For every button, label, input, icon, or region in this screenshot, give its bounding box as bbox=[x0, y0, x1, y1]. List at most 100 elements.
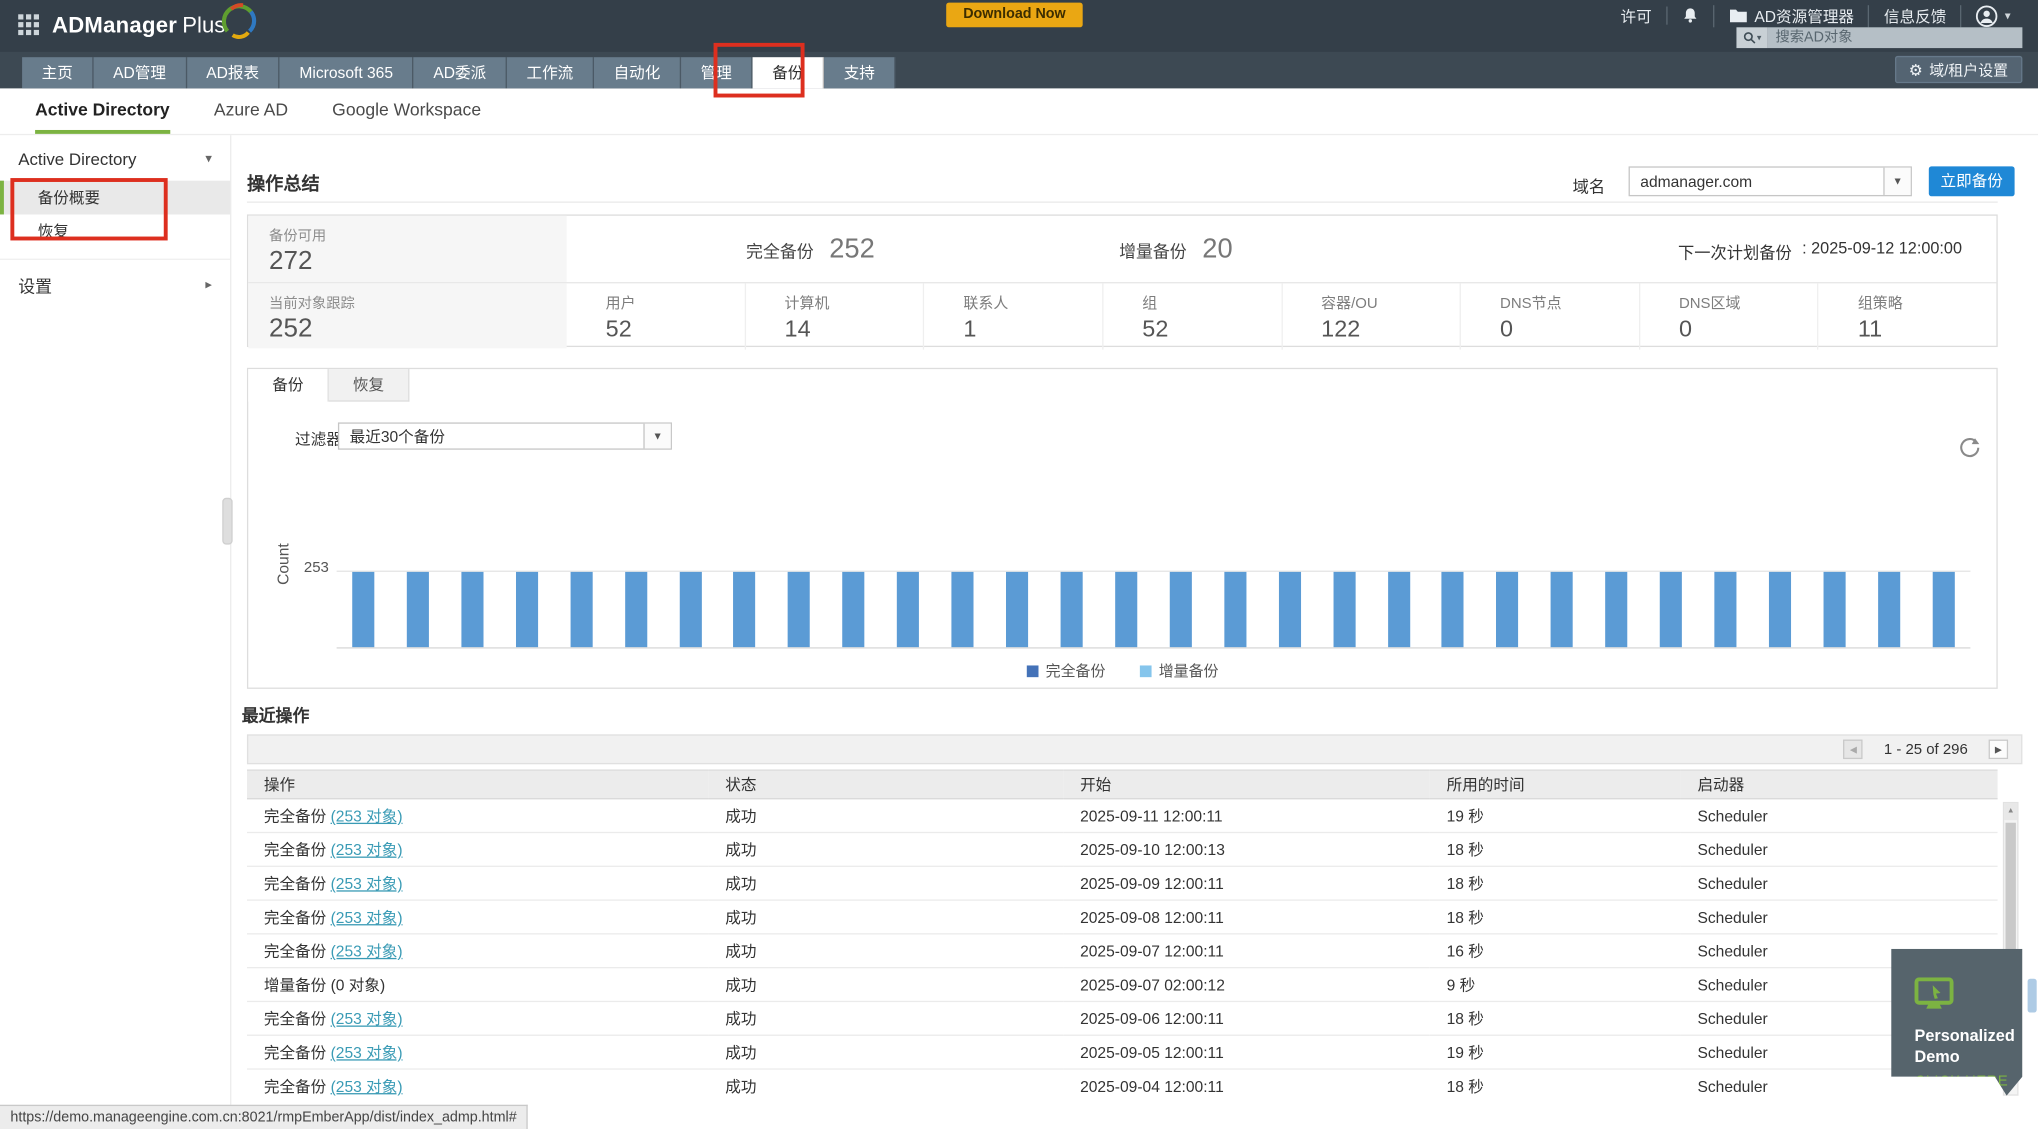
nav-tab-AD报表[interactable]: AD报表 bbox=[186, 57, 280, 89]
sidebar-group-active-directory[interactable]: Active Directory ▾ bbox=[0, 135, 230, 180]
bar-13 bbox=[1006, 571, 1029, 648]
cell-duration: 9 秒 bbox=[1429, 967, 1681, 1003]
objects-link[interactable]: (253 对象) bbox=[331, 807, 403, 825]
nav-tab-主页[interactable]: 主页 bbox=[22, 57, 94, 89]
objects-tracked-stat: 当前对象跟踪 252 bbox=[248, 283, 567, 349]
backup-now-button[interactable]: 立即备份 bbox=[1928, 166, 2015, 197]
nav-tab-支持[interactable]: 支持 bbox=[824, 57, 896, 89]
resource-manager-link[interactable]: AD资源管理器 bbox=[1712, 4, 1869, 27]
domain-tenant-settings-button[interactable]: ⚙ 域/租户设置 bbox=[1894, 55, 2023, 84]
prev-page-button[interactable]: ◀ bbox=[1843, 739, 1864, 760]
bar-6 bbox=[624, 571, 647, 648]
sidebar-item-备份概要[interactable]: 备份概要 bbox=[0, 180, 231, 215]
nav-tab-Microsoft 365[interactable]: Microsoft 365 bbox=[279, 57, 414, 89]
cell-operation: 完全备份 (253 对象) bbox=[246, 933, 709, 969]
bar-26 bbox=[1714, 571, 1737, 648]
domain-select[interactable]: admanager.com ▼ bbox=[1628, 166, 1912, 197]
filter-select[interactable]: 最近30个备份 ▼ bbox=[337, 422, 672, 450]
app-logo: ADManager Plus bbox=[51, 3, 259, 41]
bar-20 bbox=[1387, 571, 1410, 648]
column-header-操作[interactable]: 操作 bbox=[246, 769, 709, 800]
cell-duration: 19 秒 bbox=[1429, 798, 1681, 834]
subnav-tab-Azure AD[interactable]: Azure AD bbox=[214, 88, 288, 135]
logo-primary: ADManager bbox=[51, 12, 178, 38]
object-count-DNS节点: DNS节点 0 bbox=[1459, 283, 1639, 350]
search-input[interactable] bbox=[1767, 27, 2023, 49]
download-now-button[interactable]: Download Now bbox=[946, 2, 1083, 28]
app-header: ADManager Plus Download Now 许可 AD资源管理器 信… bbox=[0, 0, 2038, 52]
nav-tab-工作流[interactable]: 工作流 bbox=[506, 57, 595, 89]
object-count-label: DNS节点 bbox=[1500, 296, 1562, 312]
column-header-所用的时间[interactable]: 所用的时间 bbox=[1429, 769, 1681, 800]
cell-duration: 18 秒 bbox=[1429, 900, 1681, 935]
objects-link[interactable]: (253 对象) bbox=[331, 841, 403, 859]
chart-tab-备份[interactable]: 备份 bbox=[248, 369, 329, 402]
sidebar-item-settings[interactable]: 设置 ▸ bbox=[0, 258, 231, 311]
object-count-DNS区域: DNS区域 0 bbox=[1638, 283, 1818, 350]
feedback-link[interactable]: 信息反馈 bbox=[1868, 4, 1960, 27]
pagination-text: 1 - 25 of 296 bbox=[1883, 741, 1968, 758]
legend-swatch bbox=[1139, 664, 1151, 677]
backups-available-stat: 备份可用 272 bbox=[248, 215, 567, 283]
bar-18 bbox=[1278, 571, 1301, 648]
objects-link[interactable]: (253 对象) bbox=[331, 1077, 403, 1095]
cell-start-time: 2025-09-11 12:00:11 bbox=[1063, 798, 1430, 834]
caret-down-icon: ▾ bbox=[2004, 8, 2011, 22]
objects-link[interactable]: (253 对象) bbox=[331, 1010, 403, 1028]
bar-2 bbox=[406, 571, 429, 648]
scroll-up-icon[interactable]: ▲ bbox=[2004, 803, 2018, 821]
nav-tab-备份[interactable]: 备份 bbox=[752, 57, 825, 89]
objects-link[interactable]: (253 对象) bbox=[331, 909, 403, 927]
operation-type: 完全备份 bbox=[263, 942, 331, 961]
cell-status: 成功 bbox=[708, 933, 1064, 969]
cell-duration: 18 秒 bbox=[1429, 832, 1681, 867]
objects-link[interactable]: (253 对象) bbox=[331, 942, 403, 960]
chart-card: 备份 恢复 过滤器 最近30个备份 ▼ Count 253 完全备份 增量备份 bbox=[246, 367, 1998, 689]
notifications-button[interactable] bbox=[1665, 6, 1713, 25]
subnav-tab-Active Directory[interactable]: Active Directory bbox=[35, 88, 170, 135]
logo-swoosh-icon bbox=[222, 3, 257, 39]
table-row: 完全备份 (253 对象) 成功 2025-09-11 12:00:11 19 秒 Sc… bbox=[246, 798, 1998, 834]
sidebar-item-恢复[interactable]: 恢复 bbox=[0, 214, 230, 248]
cell-initiator: Scheduler bbox=[1680, 866, 1998, 901]
sidebar: Active Directory ▾ 备份概要 恢复 设置 ▸ bbox=[0, 135, 233, 1129]
cell-start-time: 2025-09-05 12:00:11 bbox=[1063, 1035, 1430, 1070]
gear-icon: ⚙ bbox=[1908, 60, 1923, 79]
account-menu[interactable]: ▾ bbox=[1960, 4, 2025, 27]
table-row: 完全备份 (253 对象) 成功 2025-09-05 12:00:11 19 秒 Sc… bbox=[246, 1035, 1998, 1070]
next-page-button[interactable]: ▶ bbox=[1988, 739, 2009, 760]
apps-grid-icon[interactable] bbox=[18, 14, 41, 37]
nav-tab-自动化[interactable]: 自动化 bbox=[594, 57, 682, 89]
nav-tab-管理[interactable]: 管理 bbox=[681, 57, 753, 89]
objects-link[interactable]: (253 对象) bbox=[331, 1044, 403, 1062]
objects-link[interactable]: (253 对象) bbox=[331, 875, 403, 893]
nav-tab-AD委派[interactable]: AD委派 bbox=[413, 57, 507, 89]
object-count-联系人: 联系人 1 bbox=[923, 283, 1102, 350]
object-count-组: 组 52 bbox=[1102, 283, 1281, 350]
edge-scroll-tab[interactable] bbox=[2027, 978, 2037, 1013]
column-header-开始[interactable]: 开始 bbox=[1063, 769, 1430, 800]
personalized-demo-widget[interactable]: Personalized Demo CLICK HERE bbox=[1891, 948, 2023, 1096]
next-scheduled-backup: 下一次计划备份 : 2025-09-12 12:00:00 bbox=[1677, 239, 1963, 263]
column-header-启动器[interactable]: 启动器 bbox=[1680, 769, 1998, 800]
subnav-tab-Google Workspace[interactable]: Google Workspace bbox=[332, 88, 481, 135]
bar-5 bbox=[570, 571, 593, 648]
scrollbar-thumb[interactable] bbox=[2005, 822, 2016, 953]
demo-line1: Personalized bbox=[1914, 1026, 2015, 1045]
nav-tab-AD管理[interactable]: AD管理 bbox=[93, 57, 187, 89]
chart-tab-恢复[interactable]: 恢复 bbox=[328, 369, 410, 402]
bar-14 bbox=[1060, 571, 1083, 648]
cell-start-time: 2025-09-07 12:00:11 bbox=[1063, 933, 1430, 969]
search-scope-button[interactable]: ▾ bbox=[1736, 27, 1768, 49]
bar-1 bbox=[352, 571, 375, 648]
column-header-状态[interactable]: 状态 bbox=[708, 769, 1064, 800]
table-row: 完全备份 (253 对象) 成功 2025-09-04 12:00:11 18 秒 Sc… bbox=[246, 1069, 1998, 1096]
object-count-value: 0 bbox=[1678, 315, 1692, 342]
folder-icon bbox=[1729, 9, 1747, 23]
header-links: 许可 AD资源管理器 信息反馈 ▾ bbox=[1606, 4, 2025, 27]
refresh-icon[interactable] bbox=[1960, 438, 1980, 458]
bar-22 bbox=[1496, 571, 1519, 648]
cell-operation: 完全备份 (253 对象) bbox=[246, 832, 709, 867]
table-row: 增量备份 (0 对象) 成功 2025-09-07 02:00:12 9 秒 Sched… bbox=[246, 967, 1998, 1003]
license-link[interactable]: 许可 bbox=[1606, 5, 1666, 27]
